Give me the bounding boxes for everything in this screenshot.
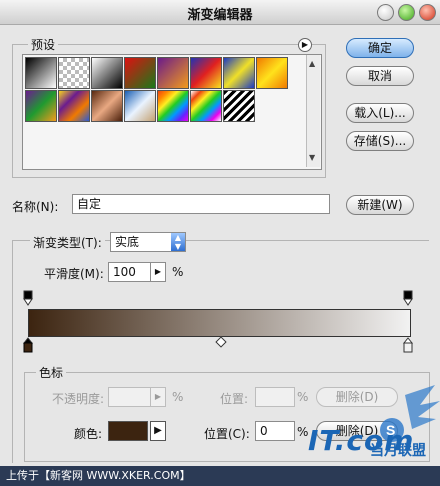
preset-swatch[interactable] <box>25 90 57 122</box>
gradient-editor-window: 渐变编辑器 预设 ▶ ▲ ▼ 确定 取消 载入(L)... 存储(S)... 名… <box>0 0 440 486</box>
watermark-logo-cn: 当月联盟 <box>370 443 426 459</box>
preset-swatch[interactable] <box>223 57 255 89</box>
new-button[interactable]: 新建(W) <box>346 195 414 215</box>
preset-swatch[interactable] <box>91 57 123 89</box>
opacity-position-label: 位置: <box>220 392 249 406</box>
preset-swatch[interactable] <box>25 57 57 89</box>
preset-swatch[interactable] <box>124 90 156 122</box>
smoothness-unit: % <box>172 265 184 279</box>
color-stop-right-icon[interactable] <box>403 337 413 353</box>
ok-button[interactable]: 确定 <box>346 38 414 58</box>
opacity-unit: % <box>172 390 184 404</box>
name-label: 名称(N): <box>12 200 59 214</box>
gradient-type-label: 渐变类型(T): <box>30 234 105 251</box>
preset-swatch[interactable] <box>124 57 156 89</box>
color-label: 颜色: <box>74 427 103 441</box>
color-menu-arrow-icon[interactable]: ▶ <box>150 421 166 441</box>
smoothness-label: 平滑度(M): <box>44 267 104 281</box>
close-icon[interactable] <box>419 4 436 21</box>
smoothness-arrow-icon[interactable]: ▶ <box>150 262 166 282</box>
watermark-bar: 上传于【新客网 WWW.XKER.COM】 <box>0 466 440 486</box>
presets-scrollbar[interactable]: ▲ ▼ <box>306 55 320 167</box>
opacity-position-field <box>255 387 295 407</box>
load-button[interactable]: 载入(L)... <box>346 103 414 123</box>
preset-swatch[interactable] <box>58 90 90 122</box>
zoom-icon[interactable] <box>398 4 415 21</box>
color-stop-left-icon[interactable] <box>23 337 33 353</box>
chevron-updown-icon: ▲ ▼ <box>171 233 185 251</box>
window-title: 渐变编辑器 <box>187 8 253 23</box>
preset-swatch[interactable] <box>256 57 288 89</box>
gradient-type-select[interactable]: 实底 ▲ ▼ <box>110 232 186 252</box>
color-position-label: 位置(C): <box>204 427 250 441</box>
preset-swatch[interactable] <box>190 90 222 122</box>
opacity-arrow-icon: ▶ <box>150 387 166 407</box>
preset-swatch[interactable] <box>190 57 222 89</box>
gradient-preview-bar[interactable] <box>28 309 411 337</box>
preset-swatch[interactable] <box>91 90 123 122</box>
preset-swatch[interactable] <box>58 57 90 89</box>
name-field[interactable]: 自定 <box>72 194 330 214</box>
opacity-label: 不透明度: <box>52 392 105 406</box>
presets-list <box>22 54 322 170</box>
minimize-icon[interactable] <box>377 4 394 21</box>
color-position-field[interactable]: 0 <box>255 421 295 441</box>
save-button[interactable]: 存储(S)... <box>346 131 414 151</box>
scroll-down-icon[interactable]: ▼ <box>309 153 315 162</box>
opacity-stop-left-icon[interactable] <box>23 290 33 306</box>
scroll-up-icon[interactable]: ▲ <box>309 59 315 68</box>
preset-swatch[interactable] <box>157 57 189 89</box>
stops-label: 色标 <box>36 364 67 381</box>
title-bar: 渐变编辑器 <box>0 0 440 25</box>
cancel-button[interactable]: 取消 <box>346 66 414 86</box>
opacity-stop-right-icon[interactable] <box>403 290 413 306</box>
presets-menu-icon[interactable]: ▶ <box>298 38 312 52</box>
color-swatch[interactable] <box>108 421 148 441</box>
preset-swatch[interactable] <box>223 90 255 122</box>
preset-swatch[interactable] <box>157 90 189 122</box>
gradient-type-value: 实底 <box>115 235 140 249</box>
presets-label: 预设 <box>28 36 59 53</box>
